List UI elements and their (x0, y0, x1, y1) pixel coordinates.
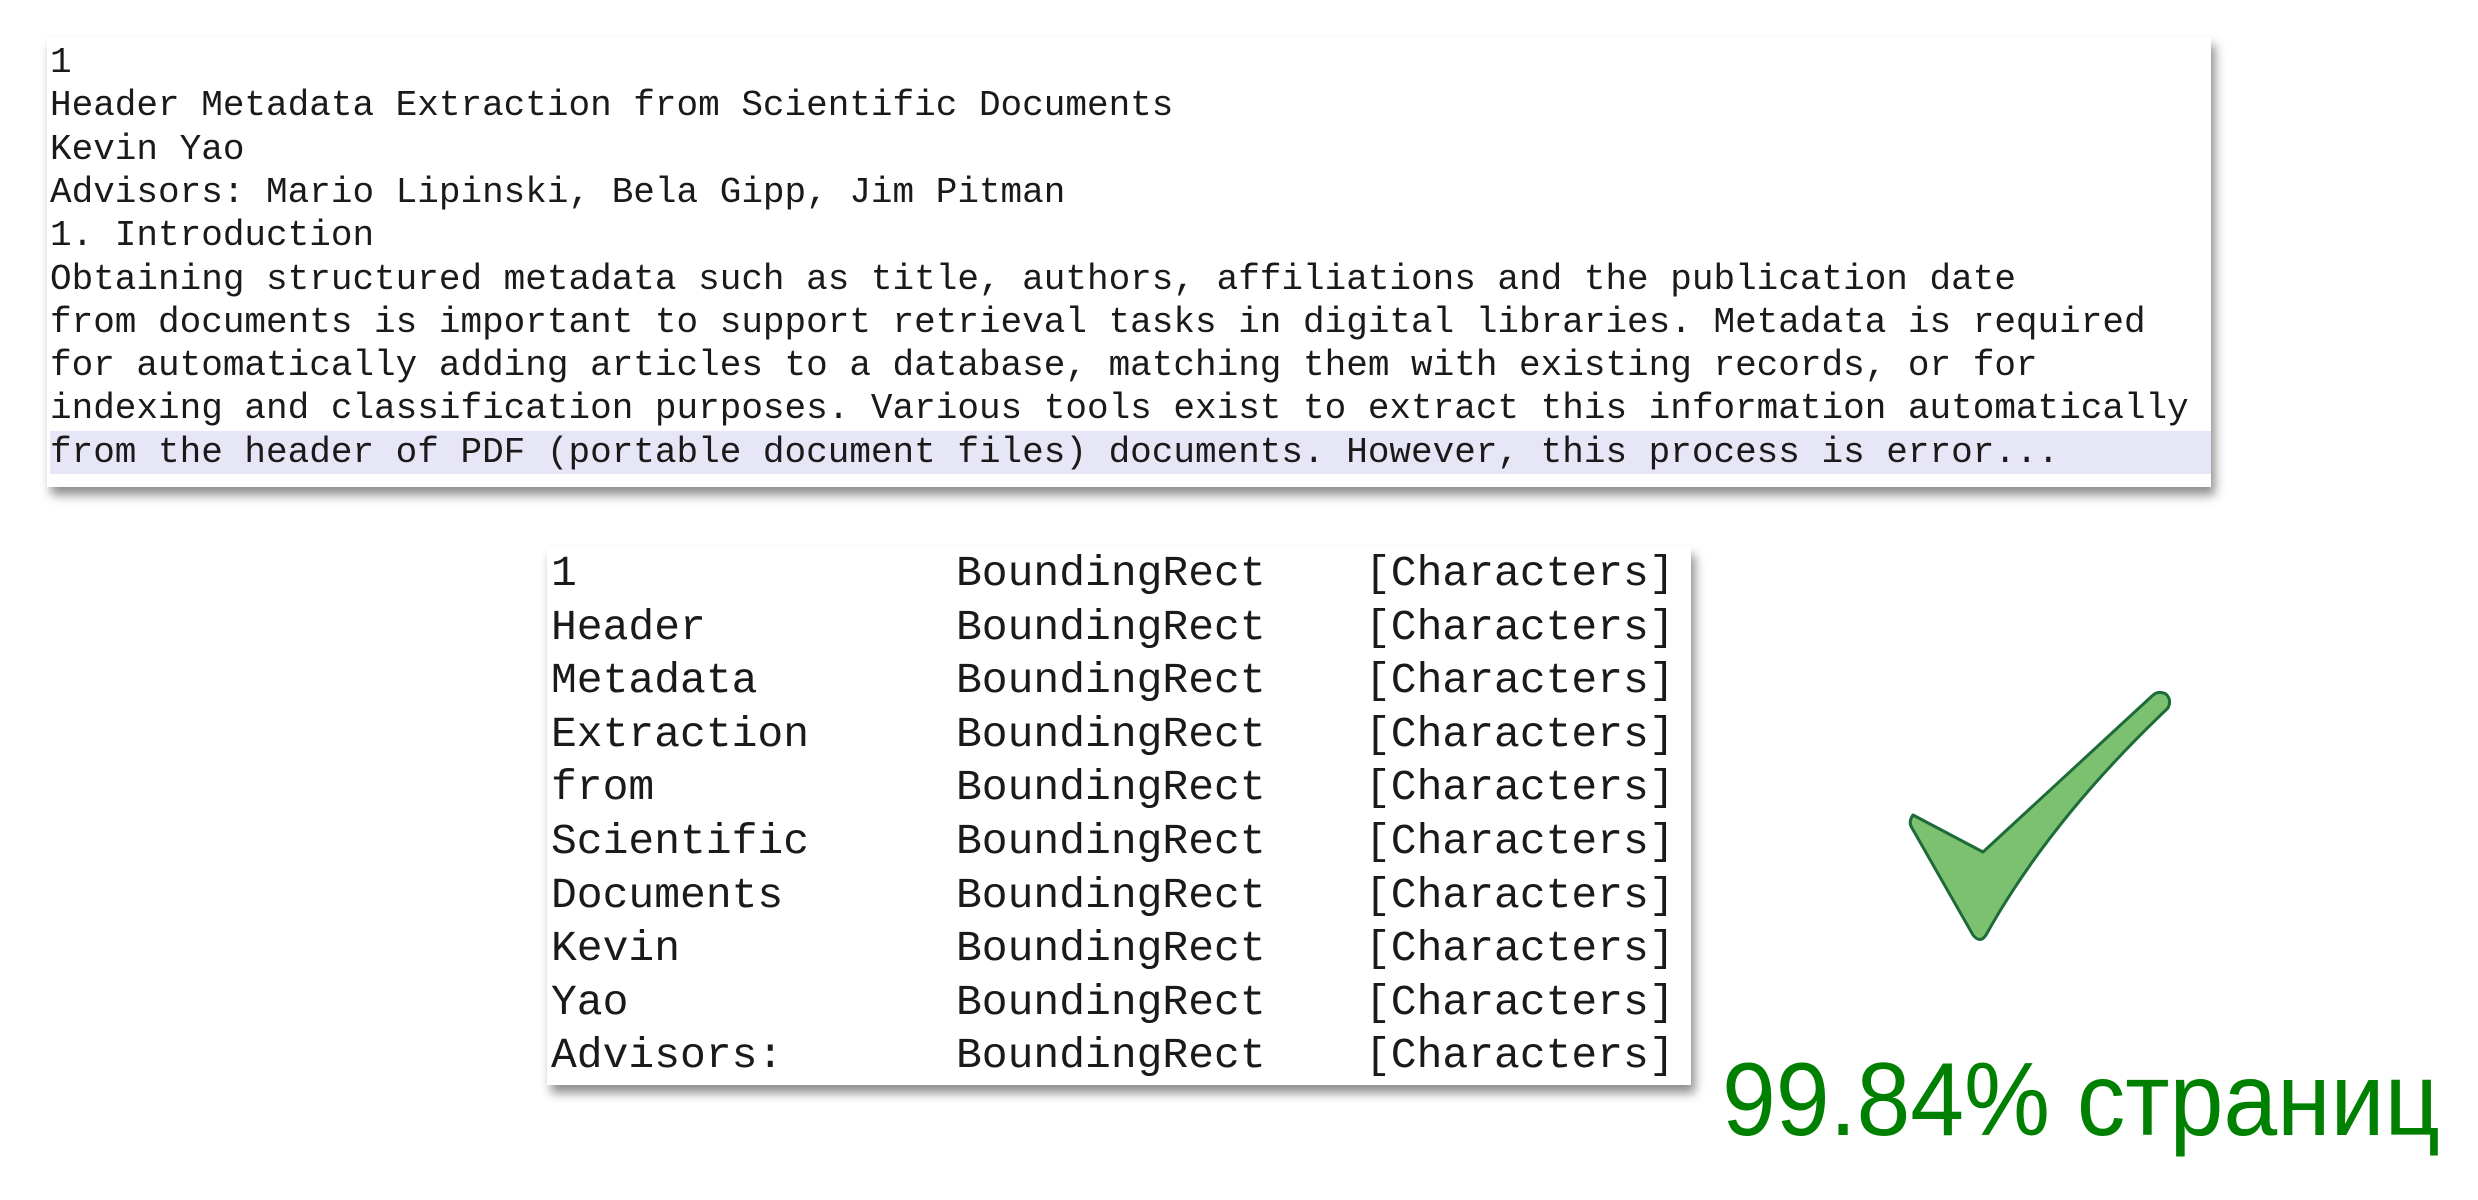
table-row: Documents BoundingRect [Characters] (547, 869, 1691, 923)
token-text: Extraction (551, 709, 810, 759)
text-line: from the header of PDF (portable documen… (50, 430, 2211, 474)
token-bounding-rect: BoundingRect (956, 549, 1266, 598)
text-line: 1. Introduction (50, 215, 375, 257)
token-text: Metadata (551, 656, 758, 706)
token-characters: [Characters] (1365, 977, 1675, 1027)
token-text: Scientific (551, 817, 810, 866)
token-bounding-rect: BoundingRect (956, 763, 1266, 813)
token-characters: [Characters] (1365, 656, 1675, 706)
token-bounding-rect: BoundingRect (956, 1031, 1266, 1081)
token-text: 1 (551, 549, 577, 598)
token-characters: [Characters] (1365, 870, 1675, 920)
token-bounding-rect: BoundingRect (956, 817, 1266, 866)
token-characters: [Characters] (1365, 763, 1675, 813)
token-characters: [Characters] (1365, 549, 1675, 598)
token-text: from (551, 763, 655, 813)
token-text: Documents (551, 870, 784, 920)
token-text: Header (551, 602, 706, 652)
text-line: Obtaining structured metadata such as ti… (50, 258, 2016, 300)
table-row: Header BoundingRect [Characters] (547, 601, 1691, 655)
table-row: Kevin BoundingRect [Characters] (547, 922, 1691, 976)
token-characters: [Characters] (1365, 709, 1675, 759)
checkmark-shape (1908, 690, 2172, 941)
token-bounding-rect: BoundingRect (956, 924, 1266, 974)
token-bounding-rect: BoundingRect (956, 709, 1266, 759)
text-line: Kevin Yao (50, 128, 245, 170)
text-line: Advisors: Mario Lipinski, Bela Gipp, Jim… (50, 171, 1066, 213)
checkmark-icon (1908, 690, 2172, 941)
token-text: Advisors: (551, 1031, 784, 1081)
table-row: from BoundingRect [Characters] (547, 761, 1691, 815)
token-bounding-rect: BoundingRect (956, 870, 1266, 920)
extracted-text-panel: 1 Header Metadata Extraction from Scienti… (47, 37, 2211, 487)
token-bounding-rect: BoundingRect (956, 977, 1266, 1027)
text-line: 1 (50, 42, 72, 83)
token-bounding-rect: BoundingRect (956, 656, 1266, 706)
table-row: Yao BoundingRect [Characters] (547, 976, 1691, 1030)
token-characters: [Characters] (1365, 602, 1675, 652)
table-row: Advisors: BoundingRect [Characters] (547, 1029, 1691, 1083)
success-rate-text: 99.84% страниц (1722, 1042, 2440, 1158)
token-table-panel: 1 BoundingRect [Characters] Header BoundingR… (547, 547, 1691, 1085)
token-characters: [Characters] (1365, 817, 1675, 866)
table-row: Scientific BoundingRect [Characters] (547, 815, 1691, 869)
table-row: 1 BoundingRect [Characters] (547, 547, 1691, 601)
text-line: for automatically adding articles to a d… (50, 345, 2038, 387)
text-line: from documents is important to support r… (50, 301, 2146, 343)
token-characters: [Characters] (1365, 924, 1675, 974)
table-row: Metadata BoundingRect [Characters] (547, 654, 1691, 708)
text-line: Header Metadata Extraction from Scientif… (50, 85, 1174, 127)
token-text: Yao (551, 977, 629, 1027)
token-bounding-rect: BoundingRect (956, 602, 1266, 652)
table-row: Extraction BoundingRect [Characters] (547, 708, 1691, 762)
token-characters: [Characters] (1365, 1031, 1675, 1081)
text-line: indexing and classification purposes. Va… (50, 388, 2189, 430)
token-text: Kevin (551, 924, 681, 974)
